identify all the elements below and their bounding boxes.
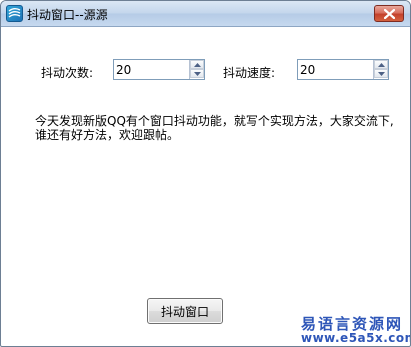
- shake-speed-down-button[interactable]: [374, 69, 388, 78]
- shake-count-down-button[interactable]: [190, 69, 204, 78]
- watermark-url: www.e5a5x.com: [301, 331, 411, 345]
- description-text: 今天发现新版QQ有个窗口抖动功能，就写个实现方法，大家交流下, 谁还有好方法，欢…: [35, 114, 405, 142]
- arrow-down-icon: [194, 72, 201, 76]
- window-title: 抖动窗口--源源: [27, 8, 108, 22]
- shake-speed-value[interactable]: 20: [300, 63, 315, 77]
- shake-speed-label: 抖动速度:: [223, 66, 276, 80]
- app-logo-icon: [6, 5, 23, 22]
- app-window: 抖动窗口--源源 抖动次数: 20 抖动速度: 20 今天发现新版QQ有个窗口抖…: [0, 0, 411, 347]
- arrow-down-icon: [378, 72, 385, 76]
- close-icon: [384, 9, 395, 19]
- shake-count-up-button[interactable]: [190, 60, 204, 69]
- shake-window-button[interactable]: 抖动窗口: [147, 298, 223, 324]
- close-button[interactable]: [374, 5, 404, 22]
- shake-count-value[interactable]: 20: [116, 63, 131, 77]
- title-bar[interactable]: 抖动窗口--源源: [1, 1, 410, 27]
- description-line-1: 今天发现新版QQ有个窗口抖动功能，就写个实现方法，大家交流下,: [35, 114, 394, 128]
- shake-count-spin-buttons: [189, 60, 204, 79]
- shake-count-label: 抖动次数:: [41, 66, 94, 80]
- description-line-2: 谁还有好方法，欢迎跟帖。: [35, 128, 180, 142]
- shake-speed-spin-buttons: [373, 60, 388, 79]
- arrow-up-icon: [194, 63, 201, 67]
- client-area: 抖动次数: 20 抖动速度: 20 今天发现新版QQ有个窗口抖动功能，就写个实现…: [5, 28, 410, 345]
- shake-speed-up-button[interactable]: [374, 60, 388, 69]
- arrow-up-icon: [378, 63, 385, 67]
- shake-count-spinner[interactable]: 20: [113, 59, 205, 80]
- shake-speed-spinner[interactable]: 20: [297, 59, 389, 80]
